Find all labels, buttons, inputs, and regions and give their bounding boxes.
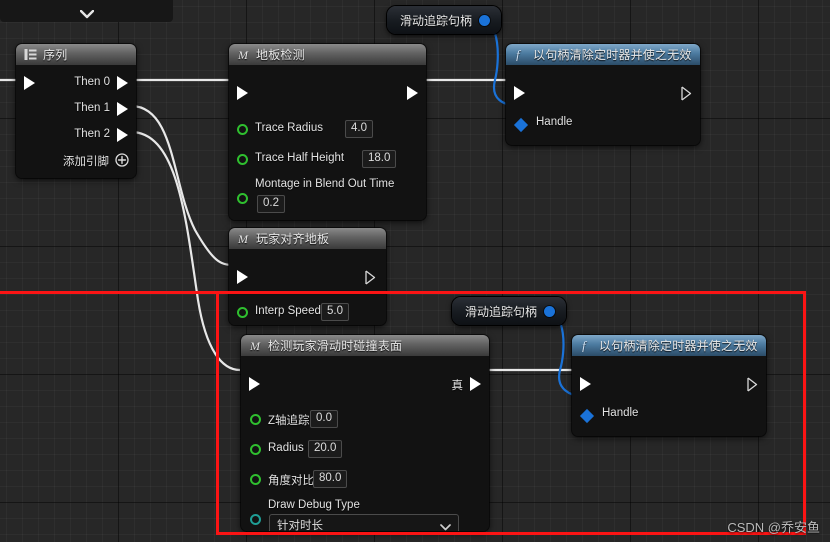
node-detect-slide-surface-title: 检测玩家滑动时碰撞表面 [268, 339, 403, 353]
svg-text:M: M [237, 48, 249, 61]
pin-exec-out-player-align[interactable] [365, 270, 378, 285]
function-icon: f [580, 339, 593, 352]
function-icon: f [514, 48, 527, 61]
label-trace-radius: Trace Radius [255, 122, 323, 134]
dropdown-draw-debug-type-value: 针对时长 [277, 520, 323, 531]
node-floor-detect[interactable]: M 地板检测 Trace Radius 4.0 Trace Half Heigh… [229, 44, 426, 220]
node-clear-timer-bottom-header: f 以句柄清除定时器并使之无效 [572, 335, 766, 356]
macro-icon: M [249, 339, 262, 352]
watermark-text: CSDN @乔安鱼 [727, 520, 820, 535]
pin-montage-blend-out[interactable] [237, 193, 248, 204]
chevron-down-icon[interactable] [440, 522, 451, 530]
pin-label-then-0: Then 0 [74, 76, 110, 88]
label-trace-half-height: Trace Half Height [255, 152, 345, 164]
label-angle-compare: 角度对比 [268, 475, 314, 487]
macro-icon: M [237, 232, 250, 245]
pin-exec-in-clear-timer-bottom[interactable] [580, 377, 593, 392]
pin-exec-in-sequence[interactable] [24, 76, 37, 91]
value-radius[interactable]: 20.0 [308, 440, 343, 458]
node-clear-timer-bottom-title: 以句柄清除定时器并使之无效 [599, 339, 758, 353]
label-interp-speed: Interp Speed [255, 305, 321, 317]
add-pin-label: 添加引脚 [63, 156, 109, 168]
pin-trace-radius[interactable] [237, 124, 248, 135]
label-montage-blend-out: Montage in Blend Out Time [255, 178, 395, 190]
node-clear-timer-top-title: 以句柄清除定时器并使之无效 [533, 48, 692, 62]
value-montage-blend-out[interactable]: 0.2 [257, 195, 285, 213]
pin-exec-out-true[interactable] [470, 377, 483, 392]
pin-z-axis-trace[interactable] [250, 414, 261, 425]
value-interp-speed[interactable]: 5.0 [321, 303, 349, 321]
label-handle-top: Handle [536, 116, 573, 128]
pin-handle-bottom[interactable] [579, 408, 595, 424]
value-z-axis-trace[interactable]: 0.0 [310, 410, 338, 428]
sequence-icon [24, 48, 37, 61]
label-handle-bottom: Handle [602, 407, 639, 419]
variable-label-bottom: 滑动追踪句柄 [465, 304, 538, 319]
pin-exec-in-player-align[interactable] [237, 270, 250, 285]
collapsed-panel-header[interactable] [0, 0, 173, 22]
pin-radius[interactable] [250, 444, 261, 455]
label-exec-out-true: 真 [451, 380, 464, 392]
annotation-line-left [0, 291, 216, 294]
node-detect-slide-surface[interactable]: M 检测玩家滑动时碰撞表面 真 Z轴追踪 0.0 Radius 20.0 角度对… [241, 335, 489, 531]
svg-text:M: M [249, 339, 261, 352]
plus-circle-icon[interactable] [115, 153, 129, 172]
node-floor-detect-header: M 地板检测 [229, 44, 426, 65]
pin-exec-out-clear-timer-bottom[interactable] [747, 377, 760, 392]
value-trace-radius[interactable]: 4.0 [345, 120, 373, 138]
node-clear-timer-bottom[interactable]: f 以句柄清除定时器并使之无效 Handle [572, 335, 766, 436]
chevron-down-icon[interactable] [79, 10, 94, 19]
pin-variable-out-bottom[interactable] [544, 305, 556, 317]
pin-draw-debug-type[interactable] [250, 514, 261, 525]
node-player-align-floor[interactable]: M 玩家对齐地板 Interp Speed 5.0 [229, 228, 386, 325]
value-trace-half-height[interactable]: 18.0 [362, 150, 397, 168]
node-detect-slide-surface-header: M 检测玩家滑动时碰撞表面 [241, 335, 489, 356]
svg-text:f: f [582, 339, 588, 352]
node-clear-timer-bottom-body: Handle [572, 356, 766, 436]
node-floor-detect-title: 地板检测 [256, 48, 305, 62]
label-z-axis-trace: Z轴追踪 [268, 415, 310, 427]
pin-exec-out-then-2[interactable] [117, 128, 130, 143]
pin-trace-half-height[interactable] [237, 154, 248, 165]
node-slide-trace-handle-top[interactable]: 滑动追踪句柄 [387, 6, 502, 34]
pin-interp-speed[interactable] [237, 307, 248, 318]
node-player-align-floor-header: M 玩家对齐地板 [229, 228, 386, 249]
pin-label-then-1: Then 1 [74, 102, 110, 114]
node-player-align-floor-title: 玩家对齐地板 [256, 232, 330, 246]
pin-exec-out-then-1[interactable] [117, 102, 130, 117]
node-floor-detect-body: Trace Radius 4.0 Trace Half Height 18.0 … [229, 65, 426, 220]
node-detect-slide-surface-body: 真 Z轴追踪 0.0 Radius 20.0 角度对比 80.0 Draw De… [241, 356, 489, 531]
pin-variable-out-top[interactable] [479, 14, 491, 26]
pin-exec-in-detect-slide[interactable] [249, 377, 262, 392]
pin-angle-compare[interactable] [250, 474, 261, 485]
node-sequence-title: 序列 [43, 48, 68, 62]
label-draw-debug-type: Draw Debug Type [268, 499, 360, 511]
pin-handle-top[interactable] [513, 117, 529, 133]
pin-exec-out-floor-detect[interactable] [407, 86, 420, 101]
node-player-align-floor-body: Interp Speed 5.0 [229, 249, 386, 325]
pin-exec-out-then-0[interactable] [117, 76, 130, 91]
svg-text:f: f [516, 48, 522, 61]
node-clear-timer-top-header: f 以句柄清除定时器并使之无效 [506, 44, 700, 65]
node-sequence[interactable]: 序列 Then 0 Then 1 Then 2 添加引脚 [16, 44, 136, 178]
pin-exec-out-clear-timer-top[interactable] [681, 86, 694, 101]
svg-text:M: M [237, 232, 249, 245]
pin-exec-in-floor-detect[interactable] [237, 86, 250, 101]
node-clear-timer-top[interactable]: f 以句柄清除定时器并使之无效 Handle [506, 44, 700, 145]
variable-label-top: 滑动追踪句柄 [400, 13, 473, 28]
pin-label-then-2: Then 2 [74, 128, 110, 140]
node-sequence-body: Then 0 Then 1 Then 2 添加引脚 [16, 65, 136, 178]
node-slide-trace-handle-bottom[interactable]: 滑动追踪句柄 [452, 297, 567, 325]
dropdown-draw-debug-type[interactable]: 针对时长 [269, 514, 459, 531]
macro-icon: M [237, 48, 250, 61]
node-clear-timer-top-body: Handle [506, 65, 700, 145]
node-sequence-header: 序列 [16, 44, 136, 65]
value-angle-compare[interactable]: 80.0 [313, 470, 348, 488]
blueprint-graph-canvas[interactable]: 序列 Then 0 Then 1 Then 2 添加引脚 M 地板检测 Trac… [0, 0, 830, 542]
label-radius: Radius [268, 442, 304, 454]
pin-exec-in-clear-timer-top[interactable] [514, 86, 527, 101]
